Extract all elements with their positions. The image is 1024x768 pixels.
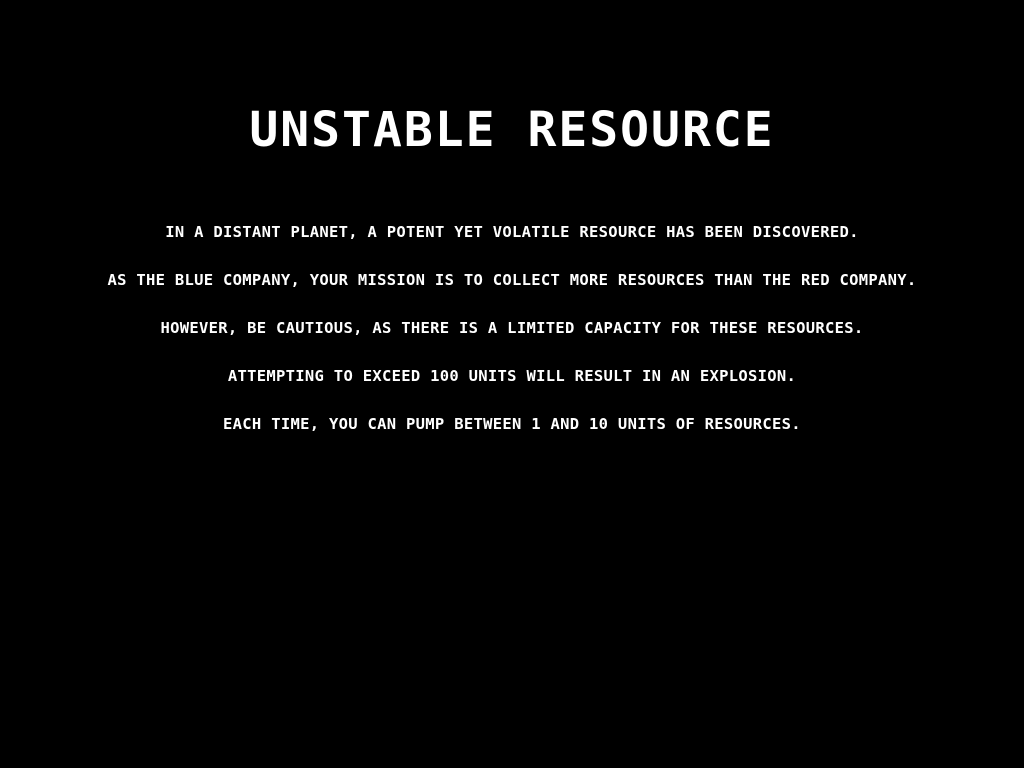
story-line: AS THE BLUE COMPANY, YOUR MISSION IS TO … [107, 271, 917, 289]
story-line: IN A DISTANT PLANET, A POTENT YET VOLATI… [165, 223, 859, 241]
story-text: IN A DISTANT PLANET, A POTENT YET VOLATI… [0, 220, 1024, 460]
story-line: ATTEMPTING TO EXCEED 100 UNITS WILL RESU… [227, 367, 797, 385]
story-line: EACH TIME, YOU CAN PUMP BETWEEN 1 AND 10… [223, 415, 801, 433]
intro-screen: UNSTABLE RESOURCE IN A DISTANT PLANET, A… [0, 0, 1024, 768]
game-title: UNSTABLE RESOURCE [249, 102, 775, 158]
story-line: HOWEVER, BE CAUTIOUS, AS THERE IS A LIMI… [160, 319, 864, 337]
